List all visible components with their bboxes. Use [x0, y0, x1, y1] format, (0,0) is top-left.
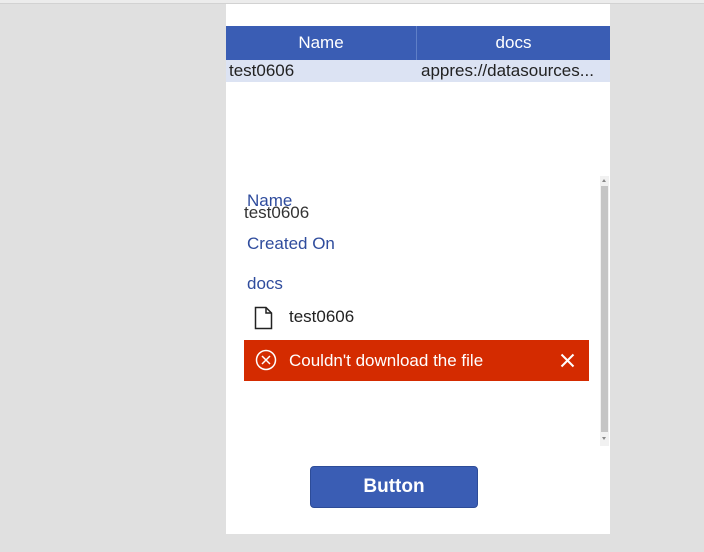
column-header-name[interactable]: Name	[226, 26, 416, 60]
action-button[interactable]: Button	[310, 466, 478, 508]
cell-name: test0606	[229, 61, 295, 80]
app-canvas: Name docs test0606 appres://datasources.…	[226, 4, 610, 534]
column-header-docs[interactable]: docs	[417, 26, 610, 60]
form-scrollbar[interactable]	[600, 176, 609, 446]
error-notification: Couldn't download the file	[244, 340, 589, 381]
display-form: Name test0606 Created On docs test0606 C…	[226, 176, 610, 446]
scroll-down-arrow[interactable]	[602, 437, 606, 440]
close-icon[interactable]	[560, 353, 575, 368]
attachment-name[interactable]: test0606	[289, 307, 354, 327]
error-message: Couldn't download the file	[289, 351, 484, 370]
scroll-up-arrow[interactable]	[602, 179, 606, 182]
scrollbar-thumb[interactable]	[601, 186, 608, 432]
name-value: test0606	[244, 203, 310, 222]
table-row[interactable]: test0606 appres://datasources...	[226, 60, 610, 82]
table-header: Name docs	[226, 26, 610, 60]
cell-docs: appres://datasources...	[421, 61, 594, 80]
docs-label: docs	[247, 274, 283, 293]
created-on-label: Created On	[247, 234, 335, 253]
error-circle-icon	[255, 349, 277, 371]
file-icon	[254, 306, 273, 330]
